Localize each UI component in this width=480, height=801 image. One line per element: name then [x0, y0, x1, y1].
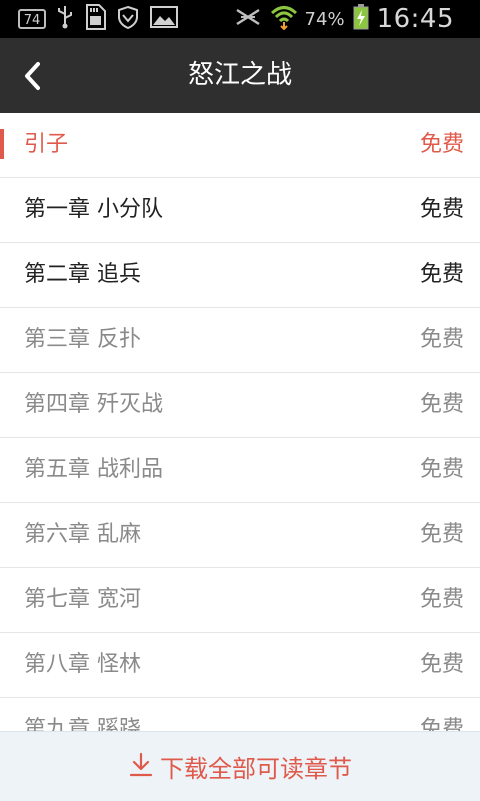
- download-icon: [128, 752, 154, 782]
- chapter-title: 第二章 追兵: [24, 262, 141, 287]
- image-icon: [150, 6, 178, 32]
- chapter-row-current[interactable]: 引子 免费: [0, 113, 480, 178]
- status-clock: 16:45: [376, 4, 454, 34]
- chevron-left-icon: [14, 62, 54, 102]
- chapter-price-label: 免费: [419, 717, 464, 733]
- notification-count-icon: 74: [18, 9, 46, 29]
- chapter-price-label: 免费: [419, 587, 464, 612]
- chapter-row[interactable]: 第二章 追兵 免费: [0, 243, 480, 308]
- wifi-icon: [270, 4, 297, 34]
- chapter-title: 第八章 怪林: [24, 652, 141, 677]
- shield-icon: [116, 5, 140, 33]
- page-title: 怒江之战: [187, 60, 292, 90]
- chapter-list[interactable]: 引子 免费 第一章 小分队 免费 第二章 追兵 免费 第三章 反扑 免费 第四章 歼灭战 免费 第五…: [0, 113, 480, 733]
- chapter-row[interactable]: 第八章 怪林 免费: [0, 633, 480, 698]
- chapter-title: 引子: [24, 132, 69, 157]
- chapter-row[interactable]: 第一章 小分队 免费: [0, 178, 480, 243]
- usb-icon: [56, 5, 74, 33]
- battery-percent: 74%: [304, 8, 345, 30]
- download-all-label: 下载全部可读章节: [160, 755, 352, 783]
- status-bar-left: 74: [18, 4, 178, 34]
- chapter-row[interactable]: 第五章 战利品 免费: [0, 438, 480, 503]
- chapter-title: 第六章 乱麻: [24, 522, 141, 547]
- sd-card-icon: [84, 4, 106, 34]
- header-bar: 怒江之战: [0, 38, 480, 113]
- chapter-price-label: 免费: [419, 652, 464, 677]
- chapter-price-label: 免费: [419, 262, 464, 287]
- battery-charging-icon: [353, 4, 369, 34]
- chapter-title: 第三章 反扑: [24, 327, 141, 352]
- chapter-price-label: 免费: [419, 392, 464, 417]
- chapter-title: 第九章 蹊跷: [24, 717, 141, 733]
- status-bar-right: 74% 16:45: [233, 4, 454, 34]
- chapter-price-label: 免费: [419, 457, 464, 482]
- chapter-price-label: 免费: [419, 522, 464, 547]
- chapter-row[interactable]: 第四章 歼灭战 免费: [0, 373, 480, 438]
- back-button[interactable]: [14, 54, 54, 98]
- chapter-row[interactable]: 第九章 蹊跷 免费: [0, 698, 480, 733]
- chapter-title: 第五章 战利品: [24, 457, 163, 482]
- current-chapter-indicator: [0, 129, 4, 159]
- status-bar: 74 74% 16:45: [0, 0, 480, 38]
- chapter-title: 第七章 宽河: [24, 587, 141, 612]
- signal-muted-icon: [233, 6, 263, 32]
- chapter-price-label: 免费: [419, 327, 464, 352]
- chapter-title: 第四章 歼灭战: [24, 392, 163, 417]
- chapter-row[interactable]: 第七章 宽河 免费: [0, 568, 480, 633]
- download-all-button[interactable]: 下载全部可读章节: [0, 731, 480, 801]
- chapter-price-label: 免费: [419, 132, 464, 157]
- chapter-row[interactable]: 第六章 乱麻 免费: [0, 503, 480, 568]
- chapter-title: 第一章 小分队: [24, 197, 163, 222]
- chapter-row[interactable]: 第三章 反扑 免费: [0, 308, 480, 373]
- chapter-price-label: 免费: [419, 197, 464, 222]
